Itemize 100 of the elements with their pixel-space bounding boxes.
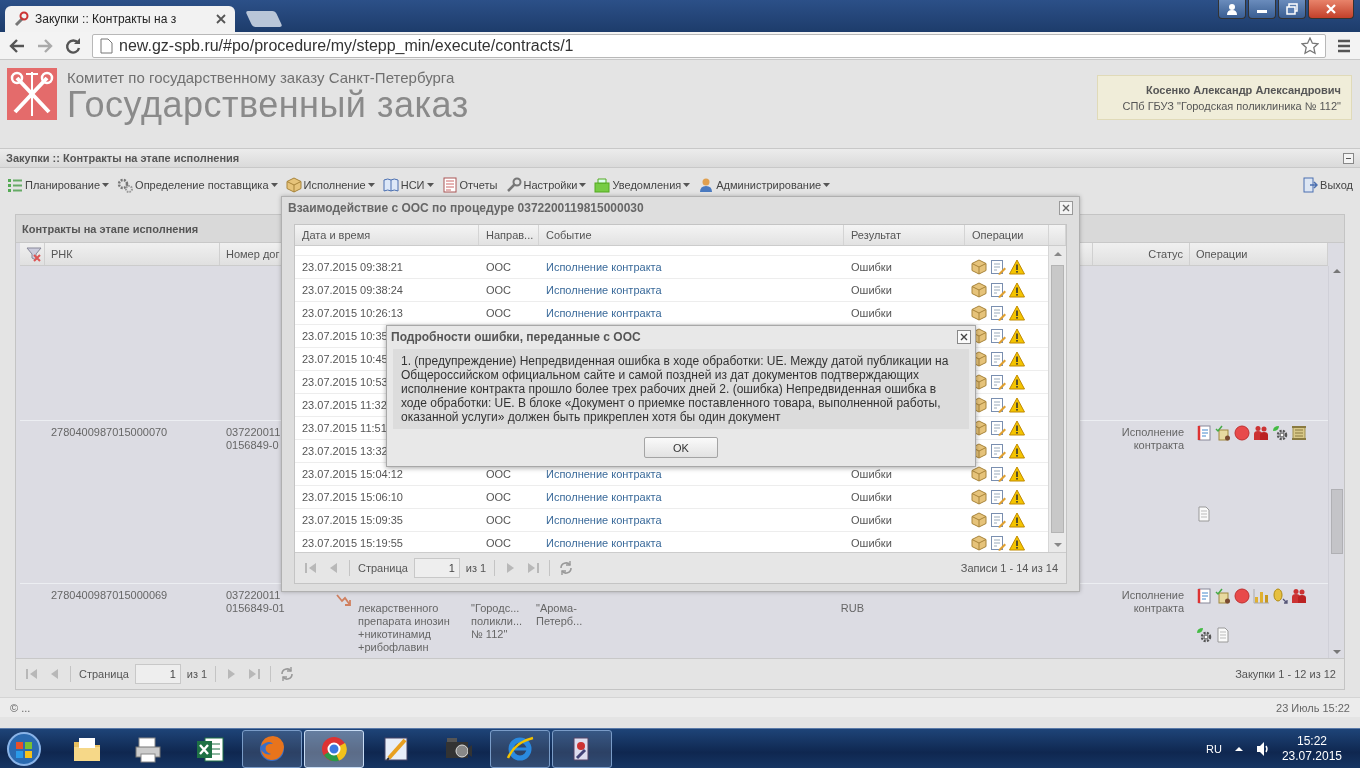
dialog-title: Взаимодействие с ООС по процедуре 0372200119815000030 xyxy=(288,200,644,215)
address-bar[interactable]: new.gz-spb.ru/#po/procedure/my/stepp_min/execute/contracts/1 xyxy=(92,33,1326,58)
warning-icon[interactable] xyxy=(1009,305,1025,321)
column-header[interactable]: Событие xyxy=(546,229,592,241)
warning-icon[interactable] xyxy=(1009,512,1025,528)
warning-icon[interactable] xyxy=(1009,282,1025,298)
box-icon[interactable] xyxy=(971,466,987,482)
maximize-button[interactable] xyxy=(1278,0,1306,19)
warning-icon[interactable] xyxy=(1009,466,1025,482)
close-icon[interactable] xyxy=(1059,200,1073,215)
scroll-icon[interactable] xyxy=(1291,425,1307,441)
browser-tab[interactable]: Закупки :: Контракты на з xyxy=(5,6,235,32)
table-cell: ООС xyxy=(486,468,512,480)
notebook-icon[interactable] xyxy=(1196,588,1212,604)
column-header[interactable]: Результат xyxy=(851,229,902,241)
ok-button[interactable]: OK xyxy=(644,437,718,458)
people-icon[interactable] xyxy=(1291,588,1307,604)
table-cell: 23.07.2015 15:04:12 xyxy=(302,468,403,480)
box-icon[interactable] xyxy=(971,305,987,321)
box-icon[interactable] xyxy=(971,535,987,551)
column-header[interactable]: РНК xyxy=(51,248,73,260)
profile-button[interactable] xyxy=(1218,0,1246,19)
start-button-icon[interactable] xyxy=(6,730,42,767)
record-count: Закупки 1 - 12 из 12 xyxy=(1235,668,1336,680)
restore-icon[interactable] xyxy=(1286,3,1298,15)
warning-icon[interactable] xyxy=(1009,259,1025,275)
people-icon[interactable] xyxy=(1253,425,1269,441)
box-icon[interactable] xyxy=(971,512,987,528)
column-header[interactable]: Операции xyxy=(1196,248,1248,260)
warning-icon[interactable] xyxy=(1009,351,1025,367)
clear-filter-icon[interactable] xyxy=(26,246,42,262)
certified-document-icon[interactable] xyxy=(1215,425,1231,441)
table-cell: ООС xyxy=(486,514,512,526)
scrollbar[interactable] xyxy=(1328,266,1344,658)
column-header[interactable]: Операции xyxy=(972,229,1024,241)
box-icon[interactable] xyxy=(971,259,987,275)
column-header[interactable]: Номер дог xyxy=(226,248,280,260)
firefox-app-icon xyxy=(257,733,287,764)
speaker-icon[interactable] xyxy=(1255,740,1270,757)
warning-icon[interactable] xyxy=(1009,443,1025,459)
menu-item[interactable]: Отчеты xyxy=(438,174,501,195)
warning-icon[interactable] xyxy=(1009,397,1025,413)
minimize-button[interactable] xyxy=(1248,0,1276,19)
back-icon[interactable] xyxy=(8,36,26,55)
scroll-thumb[interactable] xyxy=(1330,489,1343,554)
taskbar-button[interactable] xyxy=(552,729,612,768)
coin-icon[interactable] xyxy=(1272,588,1288,604)
logout-link[interactable]: Выход xyxy=(1299,174,1356,195)
close-button[interactable] xyxy=(1308,0,1354,19)
clock[interactable]: 15:22 23.07.2015 xyxy=(1281,733,1342,764)
scrollbar[interactable] xyxy=(1048,246,1066,552)
gear-icon[interactable] xyxy=(1196,627,1212,643)
close-icon[interactable] xyxy=(957,329,971,344)
column-header[interactable]: Дата и время xyxy=(302,229,371,241)
refresh-icon[interactable] xyxy=(558,560,575,576)
stop-icon[interactable] xyxy=(1234,588,1250,604)
table-cell: Ошибки xyxy=(851,514,892,526)
table-cell: Ошибки xyxy=(851,491,892,503)
column-header[interactable]: Направ... xyxy=(486,229,534,241)
warning-icon[interactable] xyxy=(1009,420,1025,436)
warning-icon[interactable] xyxy=(1009,489,1025,505)
box-icon[interactable] xyxy=(971,282,987,298)
star-icon[interactable] xyxy=(1301,36,1319,55)
document-icon[interactable] xyxy=(1196,505,1212,522)
new-tab-button[interactable] xyxy=(245,11,283,27)
user-icon xyxy=(698,176,715,193)
warning-icon[interactable] xyxy=(1009,328,1025,344)
close-icon[interactable] xyxy=(215,13,227,25)
page-input[interactable]: 1 xyxy=(413,558,460,578)
warning-icon[interactable] xyxy=(1009,535,1025,551)
page-icon xyxy=(99,37,113,54)
language-indicator[interactable]: RU xyxy=(1206,742,1222,755)
menu-item[interactable]: Администрирование xyxy=(695,174,834,195)
menu-icon[interactable] xyxy=(1336,37,1352,54)
notebook-icon[interactable] xyxy=(1196,425,1212,441)
panel-title: Контракты на этапе исполнения xyxy=(22,222,199,235)
refresh-icon[interactable] xyxy=(279,666,296,682)
certified-document-icon[interactable] xyxy=(1215,588,1231,604)
column-header[interactable]: Статус xyxy=(1148,248,1183,260)
menu-item[interactable]: НСИ xyxy=(379,174,437,195)
gear-icon[interactable] xyxy=(1272,425,1288,441)
menu-item[interactable]: Настройки xyxy=(502,174,590,195)
table-cell: Ошибки xyxy=(851,537,892,549)
warning-icon[interactable] xyxy=(1009,374,1025,390)
menu-item[interactable]: Уведомления xyxy=(591,174,694,195)
table-cell: ООС xyxy=(486,307,512,319)
stop-icon[interactable] xyxy=(1234,425,1250,441)
menu-item[interactable]: Исполнение xyxy=(282,174,378,195)
box-icon[interactable] xyxy=(971,489,987,505)
forward-icon[interactable] xyxy=(36,36,54,55)
menu-item[interactable]: Планирование xyxy=(4,174,113,195)
page-input[interactable]: 1 xyxy=(134,664,181,684)
menu-item[interactable]: Определение поставщика xyxy=(114,174,281,195)
person-icon[interactable] xyxy=(1226,3,1238,15)
bar-chart-icon[interactable] xyxy=(1253,588,1269,604)
list-icon xyxy=(7,176,23,193)
collapse-icon[interactable] xyxy=(1343,152,1354,164)
reload-icon[interactable] xyxy=(64,36,82,55)
table-cell: Исполнение контракта xyxy=(1121,589,1184,614)
scroll-thumb[interactable] xyxy=(1051,265,1064,533)
